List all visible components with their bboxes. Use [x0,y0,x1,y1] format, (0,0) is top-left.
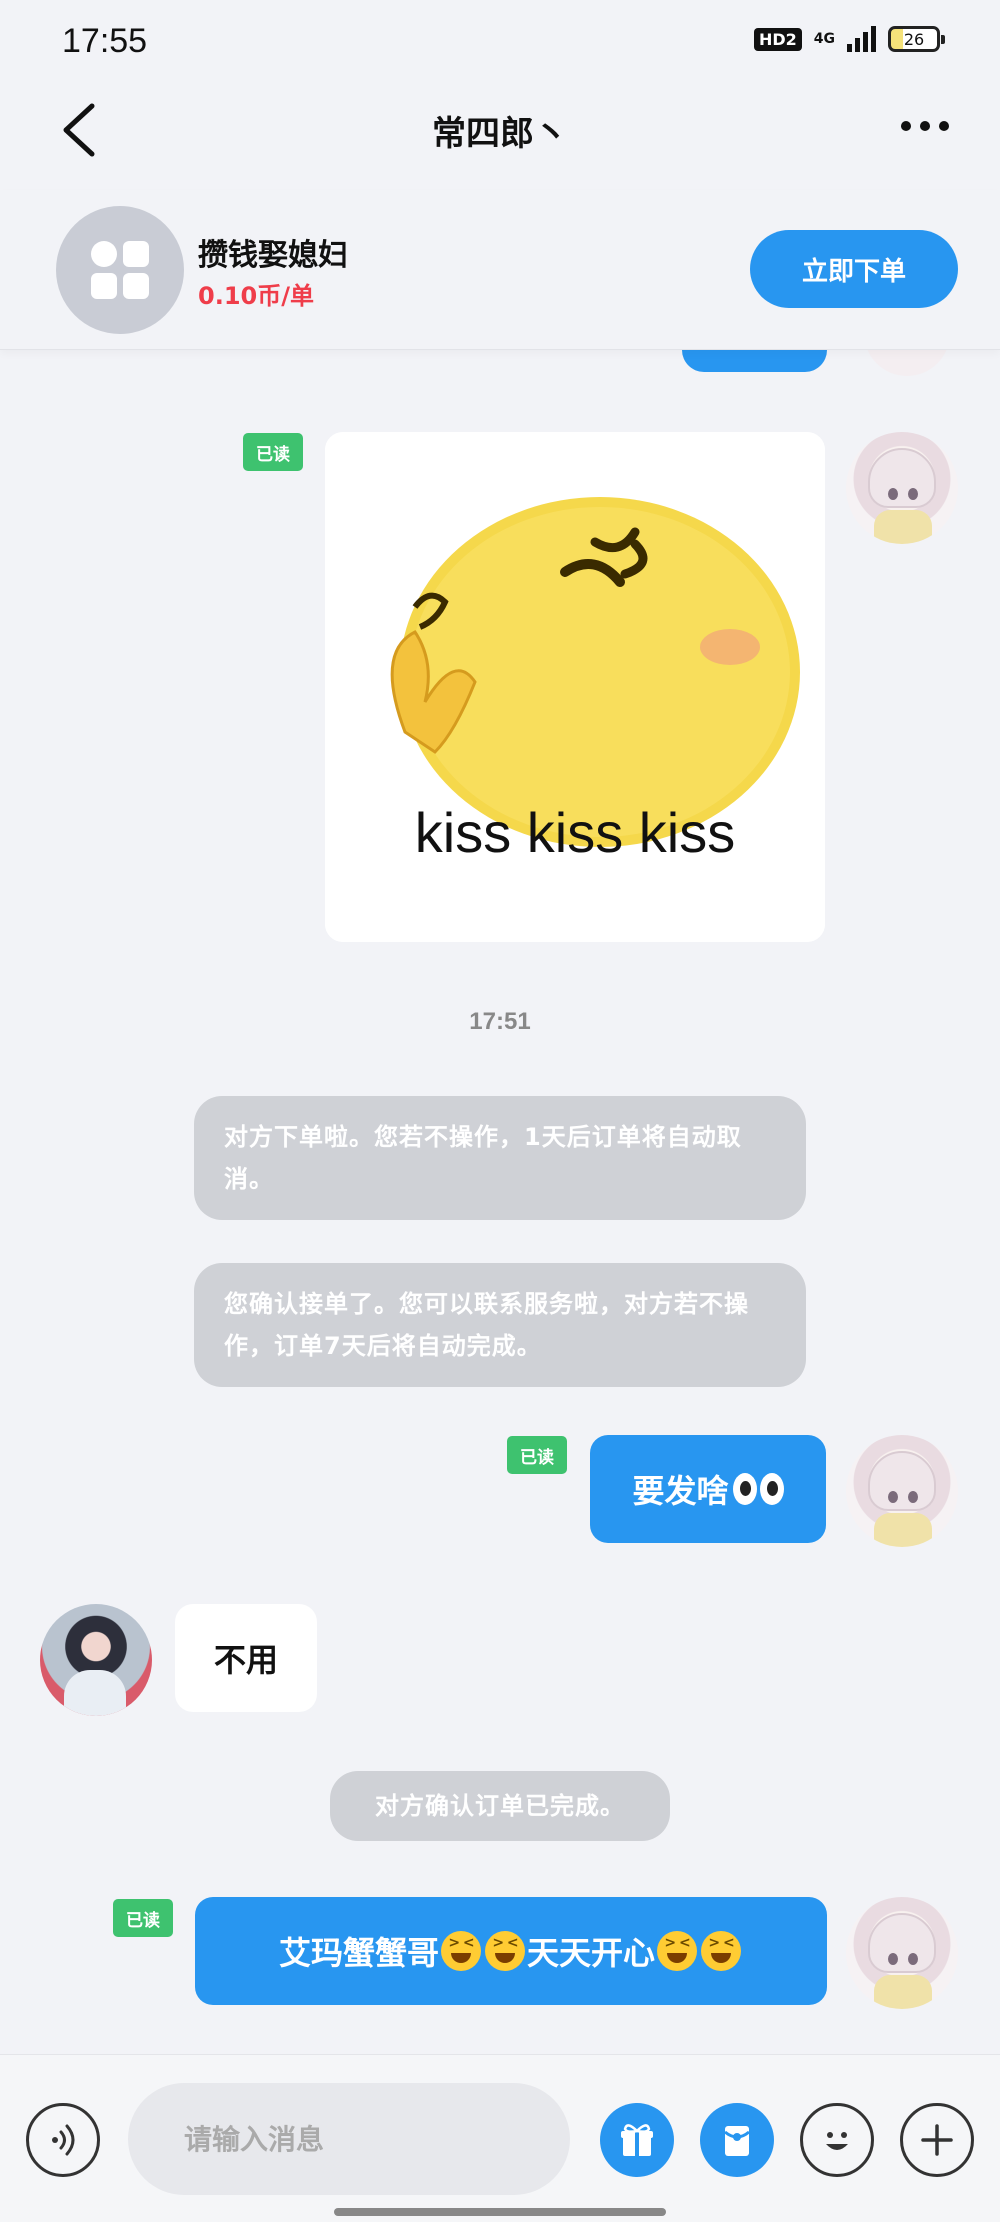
message-bubble-partial [682,350,827,372]
service-icon [56,206,184,334]
contact-avatar[interactable] [40,1604,152,1716]
red-packet-button[interactable] [700,2103,774,2177]
contact-message-bubble[interactable]: 不用 [175,1604,317,1712]
system-message: 对方确认订单已完成。 [330,1771,670,1841]
more-dots-icon [901,121,911,131]
nav-bar: 常四郎丶 [0,88,1000,188]
message-text: 不用 [213,1641,278,1679]
laughing-emoji-icon [485,1931,525,1971]
read-badge: 已读 [507,1436,567,1474]
message-timestamp: 17:51 [469,1008,531,1035]
signal-icon [847,26,876,52]
image-message[interactable]: kiss kiss kiss [325,432,825,942]
system-message: 对方下单啦。您若不操作，1天后订单将自动取消。 [194,1096,806,1220]
status-icons: HD2 4G 26 [753,26,945,52]
emoji-button[interactable] [800,2103,874,2177]
network-type: 4G [813,31,835,47]
eyes-emoji-icon [732,1473,784,1505]
kiss-sticker-image: kiss kiss kiss [325,432,825,942]
system-message: 您确认接单了。您可以联系服务啦，对方若不操作，订单7天后将自动完成。 [194,1263,806,1387]
more-options-button[interactable] [900,2103,974,2177]
message-text: 艾玛蟹蟹哥 [278,1934,439,1972]
my-message-bubble[interactable]: 要发啥 [590,1435,826,1543]
service-price: 0.10币/单 [198,282,314,310]
battery-icon: 26 [888,26,945,52]
image-caption: kiss kiss kiss [415,801,735,864]
my-avatar[interactable] [846,432,958,544]
message-input[interactable] [128,2083,570,2195]
message-text: 要发啥 [632,1472,729,1510]
gift-button[interactable] [600,2103,674,2177]
my-message-bubble[interactable]: 艾玛蟹蟹哥 天天开心 [195,1897,827,2005]
red-packet-icon [724,2126,750,2156]
page-title: 常四郎丶 [432,114,568,154]
avatar-partial [864,350,950,376]
input-bar [0,2054,1000,2222]
chat-area[interactable]: 已读 kiss kiss kiss 17:51 对方下单啦。您若不操作，1天后订… [0,350,1000,2054]
voice-button[interactable] [26,2103,100,2177]
laughing-emoji-icon [701,1931,742,1971]
voice-icon [52,2124,75,2156]
my-avatar[interactable] [846,1897,958,2009]
read-badge: 已读 [113,1899,173,1937]
status-bar: 17:55 HD2 4G 26 [0,0,1000,88]
status-time: 17:55 [62,22,148,60]
hd-icon: HD2 [753,27,802,51]
order-now-button[interactable]: 立即下单 [750,230,958,308]
laughing-emoji-icon [441,1931,481,1971]
laughing-emoji-icon [657,1931,698,1971]
gift-icon [621,2124,653,2156]
more-button[interactable] [890,106,960,146]
apps-icon [91,241,149,299]
plus-icon [921,2124,953,2156]
read-badge: 已读 [243,433,303,471]
emoji-icon [826,2132,848,2150]
message-text: 天天开心 [527,1934,656,1972]
home-indicator[interactable] [334,2208,666,2216]
my-avatar[interactable] [846,1435,958,1547]
service-card: 攒钱娶媳妇 0.10币/单 立即下单 [0,190,1000,350]
service-name: 攒钱娶媳妇 [198,238,348,273]
